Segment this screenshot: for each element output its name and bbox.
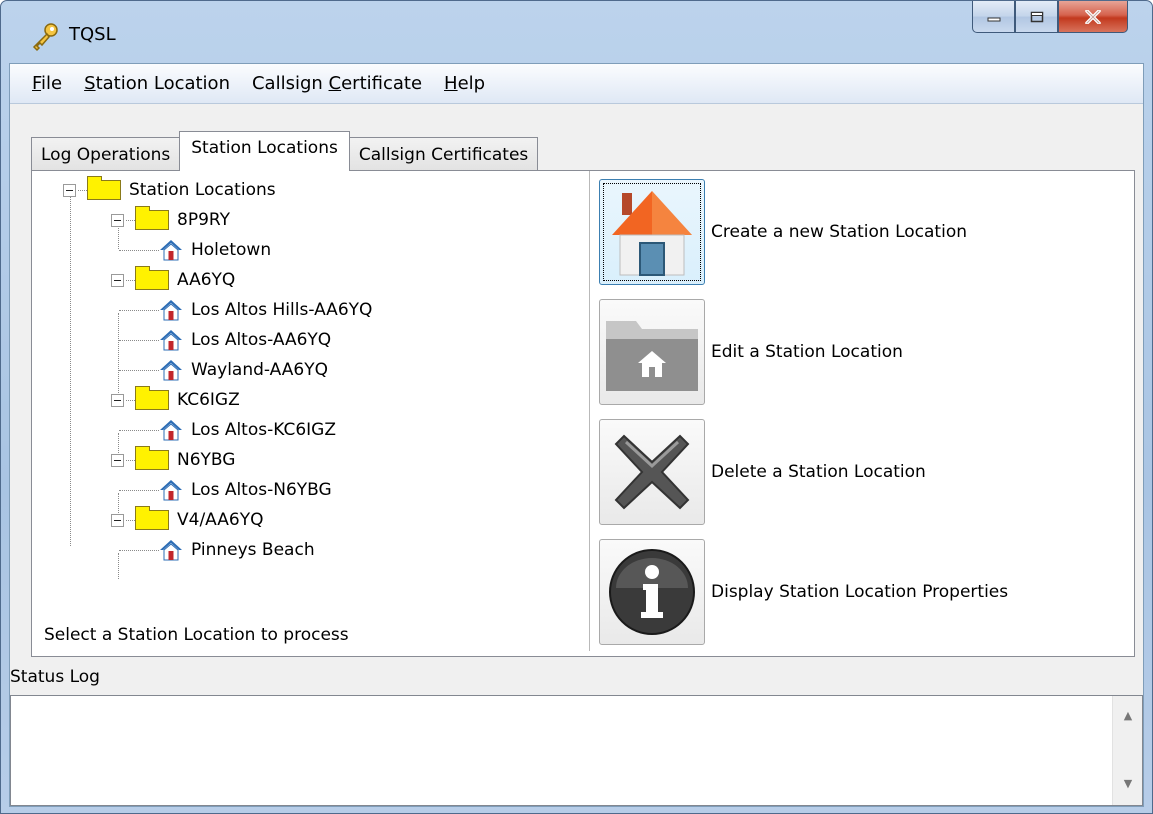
house-icon — [160, 240, 182, 261]
edit-location-button[interactable] — [599, 299, 705, 405]
tree-location-label: Los Altos Hills-AA6YQ — [191, 300, 373, 320]
tree-location-node[interactable]: Los Altos Hills-AA6YQ — [119, 295, 372, 325]
tree-callsign-label: 8P9RY — [177, 210, 230, 230]
tree-location-node[interactable]: Los Altos-KC6IGZ — [119, 415, 336, 445]
menu-help[interactable]: Help — [444, 73, 485, 94]
edit-location-label: Edit a Station Location — [711, 342, 903, 362]
maximize-icon — [1030, 11, 1043, 22]
tree-callsign-node[interactable]: N6YBG — [111, 445, 235, 475]
house-icon — [160, 420, 182, 441]
tree-callsign-label: KC6IGZ — [177, 390, 240, 410]
house-icon — [160, 480, 182, 501]
folder-icon — [87, 176, 121, 200]
folder-icon — [135, 386, 169, 410]
collapse-toggle[interactable] — [111, 513, 124, 527]
tree-location-node[interactable]: Pinneys Beach — [119, 535, 315, 565]
tree-location-label: Los Altos-N6YBG — [191, 480, 332, 500]
close-button[interactable] — [1058, 1, 1128, 33]
station-locations-panel: Station Locations 8P9RY Holetown AA6YQ L… — [31, 170, 1135, 657]
panel-divider — [589, 171, 590, 651]
house-icon — [160, 360, 182, 381]
collapse-toggle[interactable] — [111, 273, 124, 287]
delete-x-icon — [614, 434, 690, 510]
tree-callsign-node[interactable]: AA6YQ — [111, 265, 235, 295]
collapse-toggle[interactable] — [63, 183, 76, 197]
close-icon — [1085, 9, 1101, 24]
maximize-button[interactable] — [1015, 1, 1058, 33]
tree-location-label: Los Altos-KC6IGZ — [191, 420, 336, 440]
caption-buttons — [972, 1, 1128, 35]
location-properties-label: Display Station Location Properties — [711, 582, 1009, 602]
tree-callsign-label: AA6YQ — [177, 270, 236, 290]
info-icon — [609, 549, 695, 635]
delete-location-button[interactable] — [599, 419, 705, 525]
folder-house-icon — [606, 321, 698, 391]
tree-callsign-node[interactable]: KC6IGZ — [111, 385, 240, 415]
create-location-button[interactable] — [599, 179, 705, 285]
title-bar[interactable]: TQSL — [1, 1, 1152, 63]
tree-location-label: Wayland-AA6YQ — [191, 360, 328, 380]
folder-icon — [135, 266, 169, 290]
tree-location-node[interactable]: Wayland-AA6YQ — [119, 355, 328, 385]
menu-callsign-certificate[interactable]: Callsign Certificate — [252, 73, 422, 94]
menu-station-location[interactable]: Station Location — [84, 73, 230, 94]
selection-prompt: Select a Station Location to process — [44, 625, 349, 645]
status-log-scrollbar[interactable]: ▲ ▼ — [1112, 696, 1142, 805]
tree-location-label: Los Altos-AA6YQ — [191, 330, 332, 350]
station-tree[interactable]: Station Locations 8P9RY Holetown AA6YQ L… — [32, 171, 582, 611]
collapse-toggle[interactable] — [111, 213, 124, 227]
house-icon — [160, 540, 182, 561]
minimize-icon — [987, 17, 1000, 21]
delete-action: Delete a Station Location — [599, 419, 926, 525]
scroll-down-icon[interactable]: ▼ — [1113, 768, 1143, 798]
tab-callsign-certificates[interactable]: Callsign Certificates — [348, 137, 539, 171]
tree-callsign-label: V4/AA6YQ — [177, 510, 264, 530]
tree-root[interactable]: Station Locations — [63, 175, 276, 205]
folder-icon — [135, 446, 169, 470]
tree-location-node[interactable]: Holetown — [119, 235, 271, 265]
tree-location-node[interactable]: Los Altos-N6YBG — [119, 475, 332, 505]
minimize-button[interactable] — [972, 1, 1015, 33]
location-properties-button[interactable] — [599, 539, 705, 645]
status-log-box[interactable]: ▲ ▼ — [10, 695, 1143, 806]
status-log-label: Status Log — [10, 667, 100, 687]
scroll-up-icon[interactable]: ▲ — [1113, 700, 1143, 730]
tree-callsign-label: N6YBG — [177, 450, 236, 470]
tab-log-operations[interactable]: Log Operations — [31, 137, 181, 171]
collapse-toggle[interactable] — [111, 453, 124, 467]
tab-station-locations[interactable]: Station Locations — [179, 131, 350, 171]
tree-location-label: Pinneys Beach — [191, 540, 315, 560]
main-window: TQSL File Station Location Callsign Cert… — [0, 0, 1153, 814]
house-icon — [160, 300, 182, 321]
menu-file[interactable]: File — [32, 73, 62, 94]
folder-icon — [135, 206, 169, 230]
properties-action: Display Station Location Properties — [599, 539, 1008, 645]
create-location-label: Create a new Station Location — [711, 222, 967, 242]
edit-action: Edit a Station Location — [599, 299, 903, 405]
window-title: TQSL — [69, 24, 116, 45]
client-area: File Station Location Callsign Certifica… — [9, 63, 1144, 807]
new-house-icon — [612, 191, 692, 276]
tree-location-node[interactable]: Los Altos-AA6YQ — [119, 325, 331, 355]
tree-location-label: Holetown — [191, 240, 272, 260]
collapse-toggle[interactable] — [111, 393, 124, 407]
tree-connector — [70, 191, 71, 546]
tree-root-label: Station Locations — [129, 180, 276, 200]
tab-strip: Log Operations Station Locations Callsig… — [31, 131, 539, 171]
create-action: Create a new Station Location — [599, 179, 967, 285]
tree-callsign-node[interactable]: 8P9RY — [111, 205, 230, 235]
delete-location-label: Delete a Station Location — [711, 462, 926, 482]
house-icon — [160, 330, 182, 351]
menu-bar: File Station Location Callsign Certifica… — [10, 64, 1143, 104]
tree-callsign-node[interactable]: V4/AA6YQ — [111, 505, 264, 535]
key-icon — [32, 23, 58, 52]
folder-icon — [135, 506, 169, 530]
